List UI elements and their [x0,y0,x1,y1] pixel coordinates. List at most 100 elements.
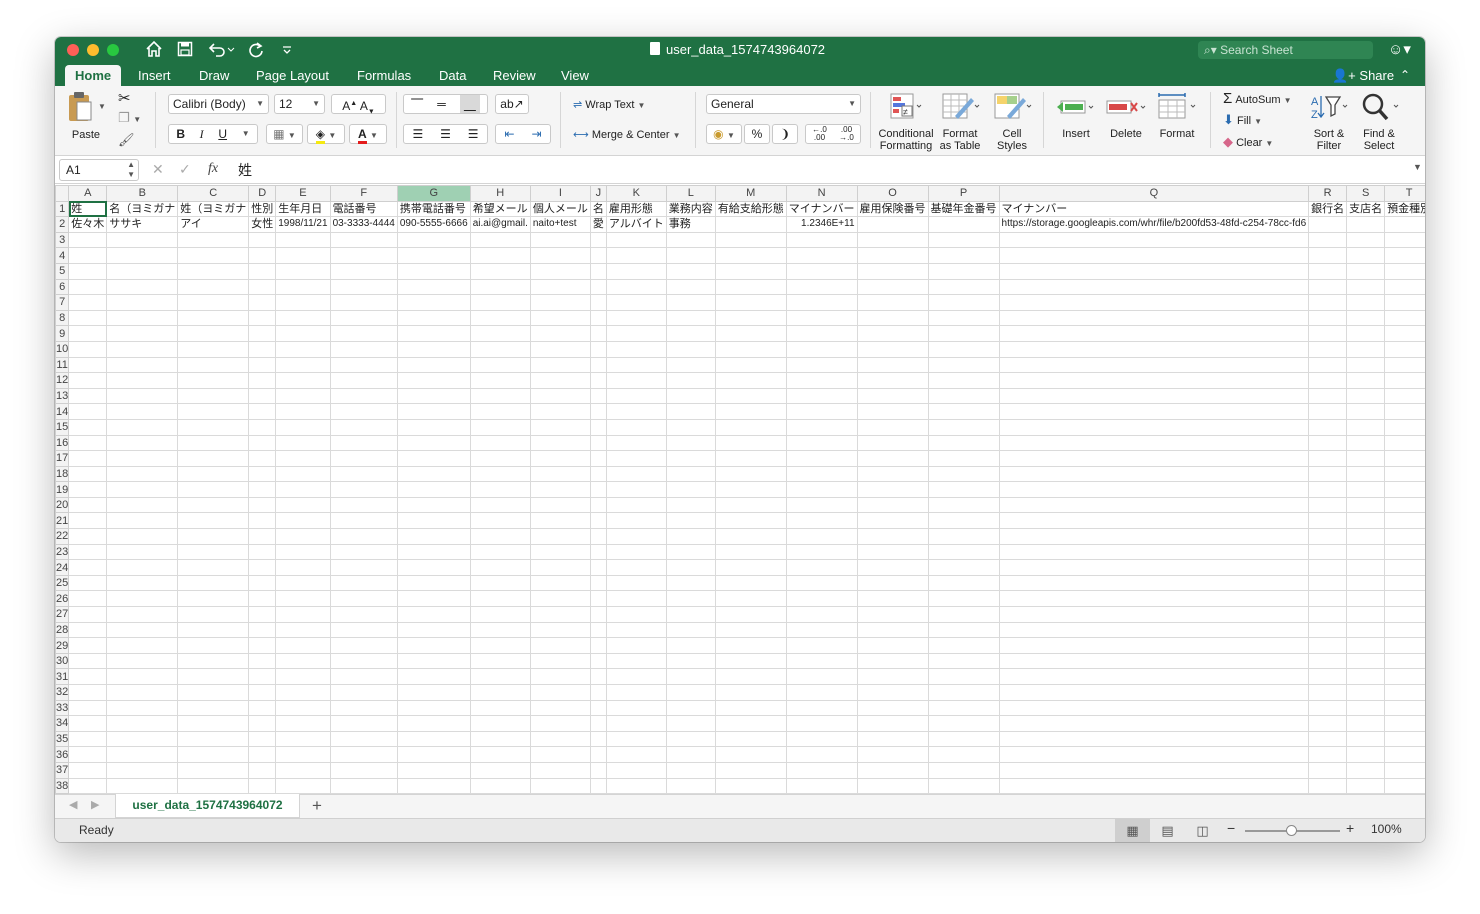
cell[interactable] [275,652,331,670]
sort-filter-icon[interactable]: AZ [1309,92,1349,122]
cell[interactable] [1308,372,1348,389]
cell[interactable] [605,372,667,389]
row-header[interactable]: 31 [55,668,70,685]
cell[interactable] [68,231,108,249]
cell[interactable] [1384,512,1425,530]
cell[interactable] [469,637,531,654]
cell[interactable] [589,715,607,732]
cell[interactable] [177,590,250,608]
cell[interactable]: 名 [589,200,607,218]
cell[interactable]: 生年月日 [275,200,331,218]
cell[interactable] [248,325,277,342]
cell[interactable] [856,559,929,576]
cell[interactable] [927,715,1000,732]
cell[interactable] [529,761,591,779]
cell[interactable] [1308,512,1348,530]
comma-style-button[interactable]: ❩ [772,124,798,144]
cell[interactable] [785,372,858,389]
cell[interactable] [469,777,531,794]
cell[interactable] [1346,247,1386,264]
cell[interactable] [589,309,607,327]
cell[interactable] [68,652,108,670]
cell[interactable] [68,247,108,264]
cell[interactable] [469,356,531,374]
worksheet-grid[interactable]: ABCDEFGHIJKLMNOPQRSTU 1姓名（ヨミガナ姓（ヨミガナ性別生年… [55,185,1425,794]
number-format-dropdown[interactable]: General ▼ [706,94,861,114]
cell[interactable] [927,309,1000,327]
feedback-smiley-icon[interactable]: ☺▾ [1388,40,1411,58]
cell[interactable] [665,777,716,794]
cell[interactable] [1384,325,1425,342]
cell[interactable] [248,746,277,763]
zoom-out-icon[interactable]: − [1227,820,1235,836]
cell[interactable] [1346,216,1386,233]
cell[interactable] [998,403,1310,420]
cell[interactable] [396,309,471,327]
cell[interactable]: 雇用形態 [605,200,667,218]
cell[interactable] [665,652,716,670]
cell[interactable] [329,325,398,342]
undo-icon[interactable] [207,40,235,60]
cell[interactable] [998,606,1310,623]
cell[interactable] [927,528,1000,545]
cell[interactable] [106,309,179,327]
cell[interactable] [785,574,858,592]
cell[interactable] [1346,231,1386,249]
cell[interactable] [856,715,929,732]
cell[interactable] [785,231,858,249]
cell[interactable] [1346,465,1386,483]
cell[interactable] [177,730,250,748]
cell[interactable] [275,387,331,405]
cell[interactable] [1308,325,1348,342]
cell[interactable] [275,590,331,608]
cell[interactable] [1346,309,1386,327]
cell[interactable] [106,761,179,779]
cell[interactable] [589,528,607,545]
cell[interactable] [1346,403,1386,420]
cell[interactable] [856,730,929,748]
column-header[interactable]: C [177,185,250,202]
cell[interactable] [589,543,607,561]
cell[interactable] [275,465,331,483]
align-right-icon[interactable]: ☰ [468,125,479,143]
cell[interactable] [396,387,471,405]
cell[interactable] [529,512,591,530]
cell[interactable] [68,434,108,452]
cell[interactable] [329,434,398,452]
row-header[interactable]: 23 [55,543,70,561]
cell[interactable] [589,247,607,264]
cell[interactable] [785,309,858,327]
cell[interactable] [665,606,716,623]
cell[interactable] [1308,387,1348,405]
cell[interactable] [605,294,667,311]
column-header[interactable]: E [275,185,331,202]
cell[interactable] [68,278,108,296]
cell[interactable] [605,496,667,514]
cell[interactable] [529,403,591,420]
cell[interactable] [998,309,1310,327]
cell[interactable] [998,746,1310,763]
cell[interactable] [589,465,607,483]
cell[interactable] [856,621,929,639]
cell[interactable] [1346,668,1386,685]
cell[interactable] [275,247,331,264]
cell[interactable] [589,699,607,717]
row-header[interactable]: 18 [55,465,70,483]
delete-cells-icon[interactable] [1105,94,1147,122]
cell[interactable] [329,403,398,420]
cell[interactable] [1308,559,1348,576]
cell[interactable] [248,668,277,685]
cell[interactable] [998,481,1310,498]
cell[interactable] [529,309,591,327]
cell[interactable] [469,574,531,592]
cell[interactable] [329,262,398,280]
cell[interactable] [469,496,531,514]
autosum-button[interactable]: Σ AutoSum ▼ [1223,90,1292,107]
tab-draw[interactable]: Draw [189,65,239,86]
increase-indent-icon[interactable]: ⇥ [531,125,541,143]
cell[interactable] [1308,652,1348,670]
cell[interactable]: 電話番号 [329,200,398,218]
orientation-button[interactable]: ab↗ [495,94,529,114]
cell[interactable] [177,294,250,311]
cell[interactable] [248,621,277,639]
